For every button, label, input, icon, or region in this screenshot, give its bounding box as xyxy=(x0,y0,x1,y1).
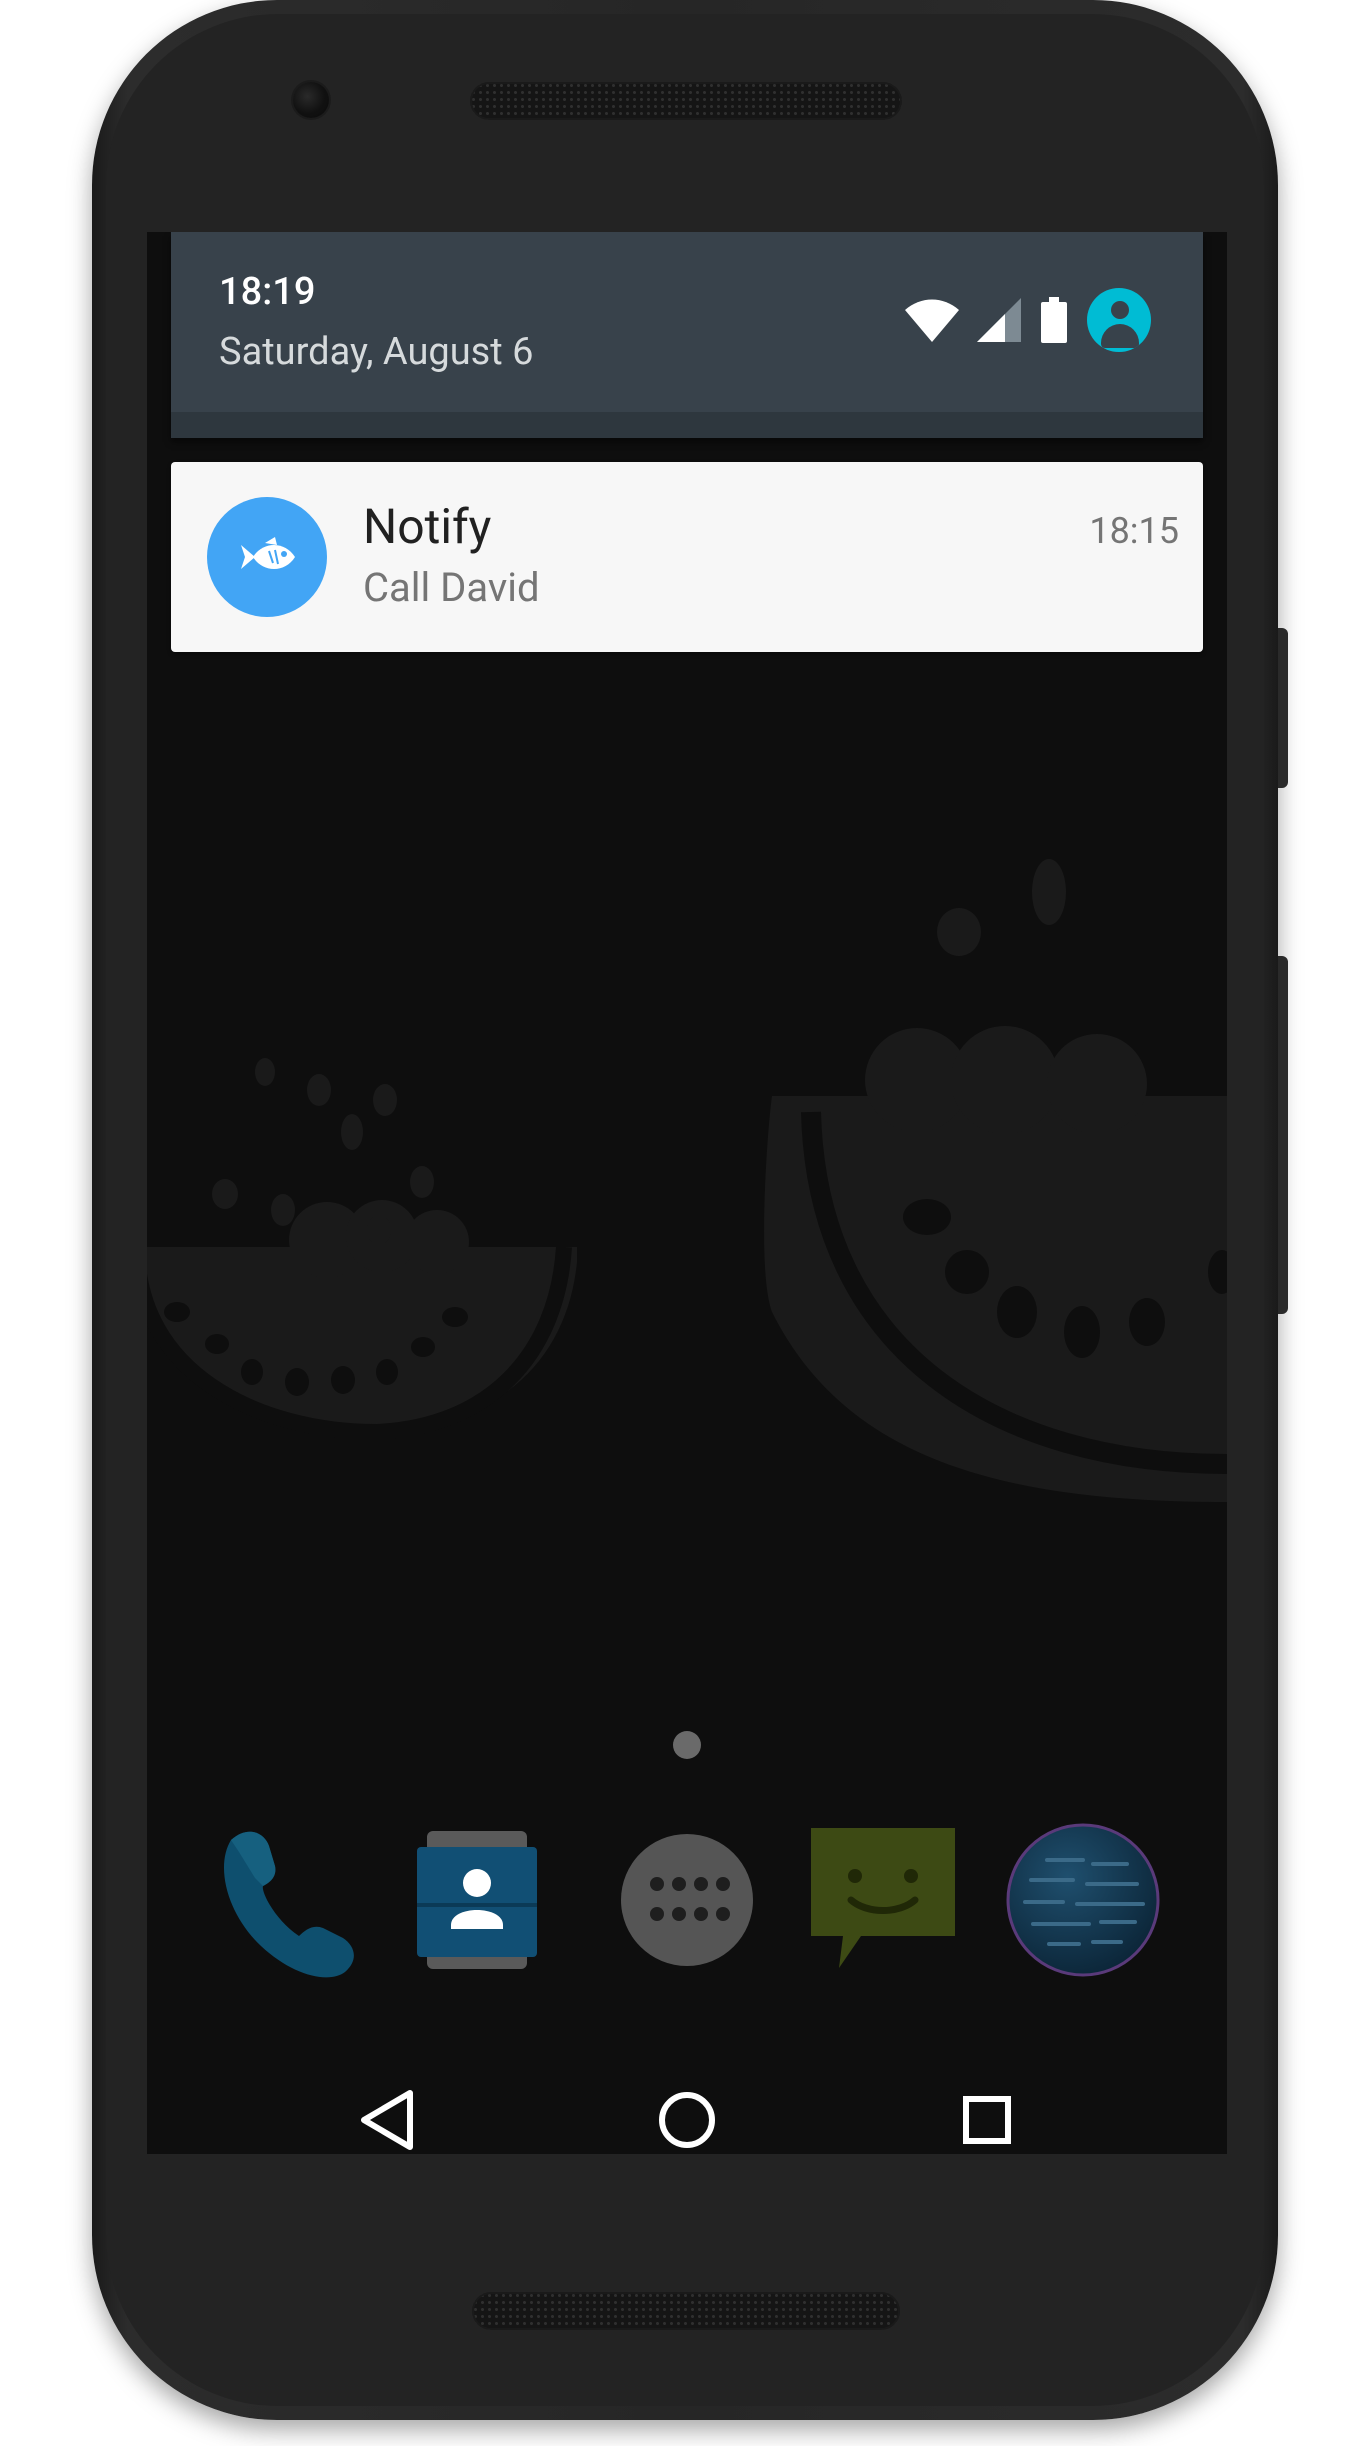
notification-title: Notify xyxy=(363,498,492,555)
clock-date: Saturday, August 6 xyxy=(219,330,534,374)
back-icon xyxy=(361,2090,413,2150)
recents-icon xyxy=(963,2096,1011,2144)
wifi-icon xyxy=(905,299,959,342)
back-button[interactable] xyxy=(327,2060,447,2154)
notification-card[interactable]: Notify Call David 18:15 xyxy=(171,462,1203,652)
front-camera xyxy=(293,82,329,118)
top-speaker xyxy=(470,82,902,120)
battery-icon xyxy=(1041,297,1067,343)
home-icon xyxy=(659,2092,715,2148)
quick-settings-header[interactable]: 18:19 Saturday, August 6 xyxy=(171,232,1203,438)
browser-app-icon[interactable] xyxy=(997,1810,1169,1990)
recents-button[interactable] xyxy=(927,2060,1047,2154)
page-indicator xyxy=(673,1731,701,1759)
phone-screen: 18:19 Saturday, August 6 Notify Call Dav… xyxy=(147,232,1227,2154)
bottom-speaker xyxy=(472,2292,900,2330)
notification-time: 18:15 xyxy=(1089,510,1179,552)
phone-app-icon[interactable] xyxy=(203,1810,375,1990)
app-drawer-icon[interactable] xyxy=(601,1810,773,1990)
messages-app-icon[interactable] xyxy=(797,1810,969,1990)
notification-text: Call David xyxy=(363,564,540,611)
shade-divider xyxy=(171,412,1203,438)
notification-app-icon xyxy=(207,497,327,617)
status-icons xyxy=(905,288,1151,352)
contacts-app-icon[interactable] xyxy=(391,1810,563,1990)
volume-button xyxy=(1278,956,1288,1314)
power-button xyxy=(1278,628,1288,788)
fish-icon xyxy=(241,537,295,569)
user-avatar-icon[interactable] xyxy=(1087,288,1151,352)
clock-time: 18:19 xyxy=(219,270,316,314)
home-button[interactable] xyxy=(627,2060,747,2154)
cellular-signal-icon xyxy=(977,298,1021,342)
